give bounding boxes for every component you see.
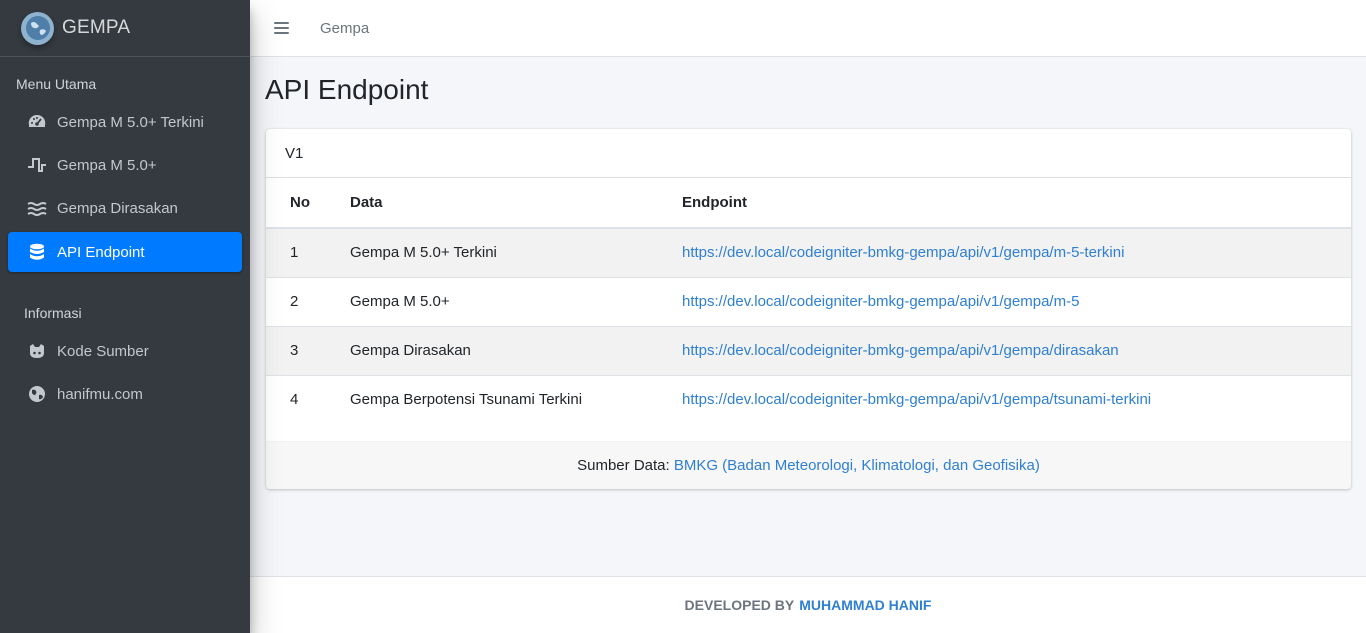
cell-no: 3 — [266, 325, 350, 375]
cell-data: Gempa M 5.0+ Terkini — [350, 227, 682, 277]
column-header-no: No — [266, 178, 350, 229]
globe-icon — [27, 384, 47, 404]
sidebar: GEMPA Menu Utama Gempa M 5.0+ Terkini Ge… — [0, 0, 250, 633]
hamburger-menu-icon[interactable] — [274, 22, 289, 34]
source-label: Sumber Data: — [577, 457, 670, 474]
cell-data: Gempa Berpotensi Tsunami Terkini — [350, 374, 682, 424]
page-footer: DEVELOPED BY MUHAMMAD HANIF — [250, 576, 1366, 633]
github-icon — [27, 341, 47, 361]
cell-data: Gempa Dirasakan — [350, 325, 682, 375]
card-footer: Sumber Data: BMKG (Badan Meteorologi, Kl… — [266, 441, 1351, 489]
cell-endpoint: https://dev.local/codeigniter-bmkg-gempa… — [682, 325, 1351, 375]
footer-author-link[interactable]: MUHAMMAD HANIF — [799, 597, 931, 613]
endpoint-card: V1 No Data Endpoint 1 Gempa M 5.0+ Terki… — [266, 129, 1351, 489]
cell-endpoint: https://dev.local/codeigniter-bmkg-gempa… — [682, 227, 1351, 277]
topbar-link-gempa[interactable]: Gempa — [320, 20, 369, 37]
brand-name: GEMPA — [62, 17, 131, 38]
top-navbar: Gempa — [250, 0, 1366, 57]
table-row: 1 Gempa M 5.0+ Terkini https://dev.local… — [266, 227, 1351, 277]
table-row: 2 Gempa M 5.0+ https://dev.local/codeign… — [266, 276, 1351, 326]
sidebar-item-label: Gempa M 5.0+ — [57, 156, 157, 174]
sidebar-item-label: Kode Sumber — [57, 342, 149, 360]
sidebar-item-gempa-dirasakan[interactable]: Gempa Dirasakan — [8, 188, 242, 228]
endpoint-link[interactable]: https://dev.local/codeigniter-bmkg-gempa… — [682, 293, 1079, 310]
card-header: V1 — [266, 129, 1351, 178]
sidebar-item-api-endpoint[interactable]: API Endpoint — [8, 232, 242, 272]
cell-endpoint: https://dev.local/codeigniter-bmkg-gempa… — [682, 276, 1351, 326]
sidebar-item-gempa-m5[interactable]: Gempa M 5.0+ — [8, 145, 242, 185]
source-link[interactable]: BMKG (Badan Meteorologi, Klimatologi, da… — [674, 457, 1040, 474]
column-header-endpoint: Endpoint — [682, 178, 1351, 229]
wave-square-icon — [27, 155, 47, 175]
brand-link[interactable]: GEMPA — [0, 0, 250, 57]
globe-logo-icon — [21, 11, 54, 45]
column-header-data: Data — [350, 178, 682, 229]
table-row: 4 Gempa Berpotensi Tsunami Terkini https… — [266, 374, 1351, 424]
sidebar-item-hanifmu[interactable]: hanifmu.com — [8, 374, 242, 414]
database-icon — [27, 242, 47, 262]
sidebar-item-label: API Endpoint — [57, 243, 145, 261]
cell-endpoint: https://dev.local/codeigniter-bmkg-gempa… — [682, 374, 1351, 424]
endpoint-link[interactable]: https://dev.local/codeigniter-bmkg-gempa… — [682, 244, 1124, 261]
sidebar-item-gempa-terkini[interactable]: Gempa M 5.0+ Terkini — [8, 102, 242, 142]
nav-header-menu-utama: Menu Utama — [16, 76, 97, 92]
endpoint-table: No Data Endpoint 1 Gempa M 5.0+ Terkini … — [266, 178, 1351, 424]
table-header-row: No Data Endpoint — [266, 178, 1351, 229]
tachometer-icon — [27, 112, 47, 132]
table-row: 3 Gempa Dirasakan https://dev.local/code… — [266, 325, 1351, 375]
sidebar-item-label: Gempa Dirasakan — [57, 199, 178, 217]
cell-data: Gempa M 5.0+ — [350, 276, 682, 326]
cell-no: 4 — [266, 374, 350, 424]
sidebar-item-label: Gempa M 5.0+ Terkini — [57, 113, 204, 131]
cell-no: 1 — [266, 227, 350, 277]
sidebar-item-kode-sumber[interactable]: Kode Sumber — [8, 331, 242, 371]
water-icon — [27, 198, 47, 218]
endpoint-link[interactable]: https://dev.local/codeigniter-bmkg-gempa… — [682, 391, 1151, 408]
footer-prefix: DEVELOPED BY — [684, 597, 795, 613]
cell-no: 2 — [266, 276, 350, 326]
nav-header-informasi: Informasi — [24, 305, 82, 321]
page-title: API Endpoint — [265, 74, 429, 105]
endpoint-link[interactable]: https://dev.local/codeigniter-bmkg-gempa… — [682, 342, 1119, 359]
sidebar-item-label: hanifmu.com — [57, 385, 143, 403]
